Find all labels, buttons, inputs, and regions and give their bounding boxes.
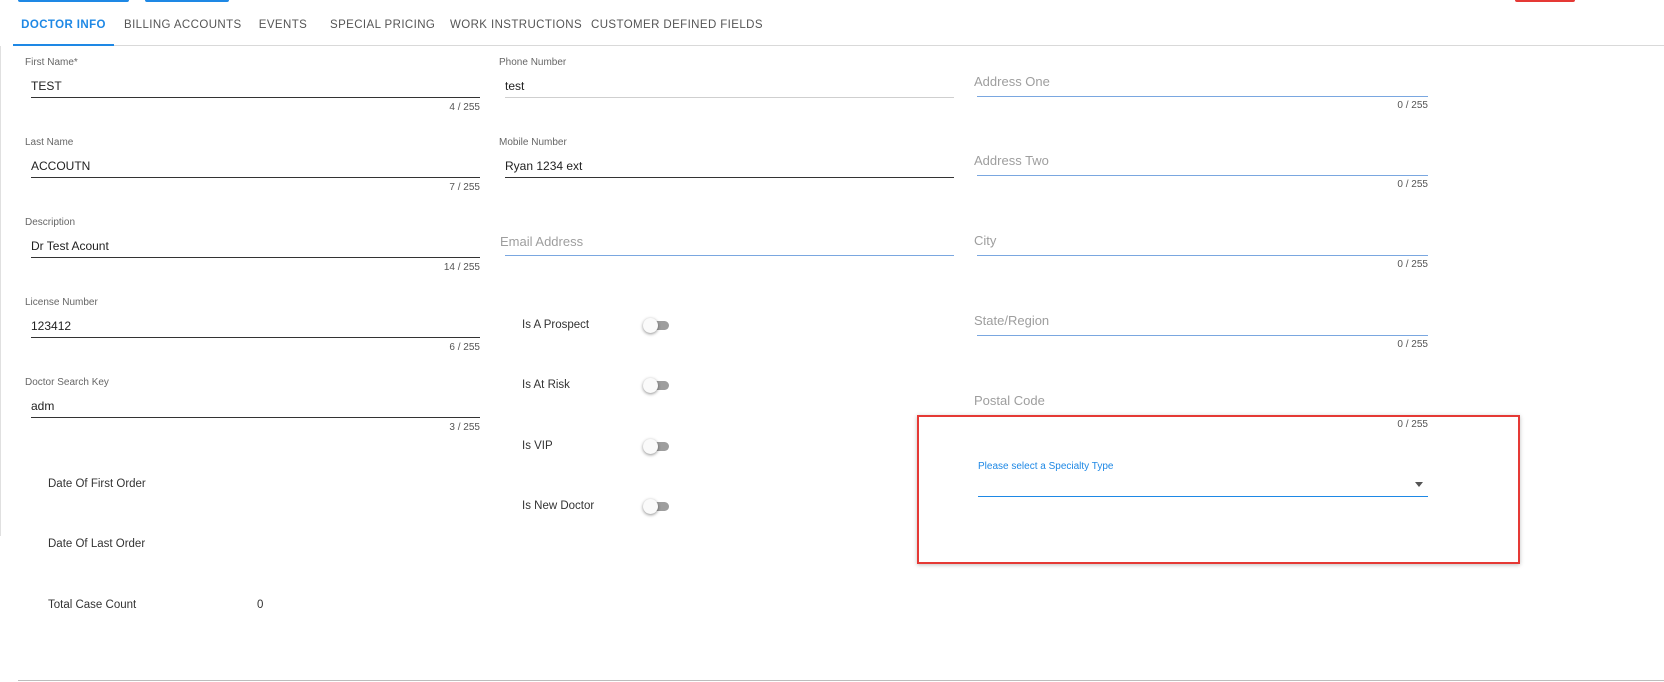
is-vip-switch[interactable]	[643, 439, 669, 454]
phone-number-value: test	[505, 79, 525, 93]
address-two-underline	[977, 175, 1428, 176]
doctor-search-key-field[interactable]: Doctor Search Key adm 3 / 255	[25, 377, 480, 437]
mobile-number-label: Mobile Number	[499, 137, 567, 148]
toggle-row-at-risk: Is At Risk	[522, 378, 672, 395]
is-prospect-label: Is A Prospect	[522, 319, 590, 331]
last-name-underline	[31, 177, 480, 178]
email-address-field[interactable]: Email Address	[499, 215, 954, 260]
state-region-underline	[977, 335, 1428, 336]
date-last-order-label: Date Of Last Order	[48, 538, 146, 550]
tab-work-instructions[interactable]: WORK INSTRUCTIONS	[450, 10, 582, 44]
doctor-search-key-value: adm	[31, 399, 55, 413]
tab-bar: DOCTOR INFO BILLING ACCOUNTS EVENTS SPEC…	[13, 10, 1664, 46]
is-prospect-switch[interactable]	[643, 318, 669, 333]
tab-special-pricing[interactable]: SPECIAL PRICING	[330, 10, 435, 44]
toggle-row-prospect: Is A Prospect	[522, 318, 672, 335]
specialty-type-underline	[978, 496, 1428, 497]
mobile-number-value: Ryan 1234 ext	[505, 159, 583, 173]
state-region-field[interactable]: State/Region 0 / 255	[974, 294, 1428, 354]
top-button-2[interactable]	[145, 0, 229, 2]
license-number-label: License Number	[25, 297, 98, 308]
total-case-count-label: Total Case Count	[48, 599, 137, 611]
description-field[interactable]: Description Dr Test Acount 14 / 255	[25, 217, 480, 277]
first-name-underline	[31, 97, 480, 98]
last-name-counter: 7 / 255	[449, 182, 480, 193]
phone-number-underline	[505, 97, 954, 98]
is-at-risk-label: Is At Risk	[522, 379, 570, 391]
address-one-underline	[977, 96, 1428, 97]
specialty-type-label: Please select a Specialty Type	[978, 461, 1114, 472]
license-number-counter: 6 / 255	[449, 342, 480, 353]
is-new-doctor-switch[interactable]	[643, 499, 669, 514]
date-first-order-label: Date Of First Order	[48, 478, 146, 490]
total-case-count-value: 0	[257, 599, 264, 611]
first-name-value: TEST	[31, 79, 62, 93]
mobile-number-underline	[505, 177, 954, 178]
last-name-field[interactable]: Last Name ACCOUTN 7 / 255	[25, 137, 480, 197]
panel-border-bottom	[18, 680, 1664, 681]
last-name-label: Last Name	[25, 137, 74, 148]
top-button-3[interactable]	[1515, 0, 1575, 2]
phone-number-field[interactable]: Phone Number test	[499, 57, 954, 102]
chevron-down-icon[interactable]	[1415, 482, 1423, 487]
description-underline	[31, 257, 480, 258]
mobile-number-field[interactable]: Mobile Number Ryan 1234 ext	[499, 137, 954, 182]
description-counter: 14 / 255	[443, 262, 480, 273]
last-name-value: ACCOUTN	[31, 159, 91, 173]
is-new-doctor-label: Is New Doctor	[522, 500, 595, 512]
address-two-placeholder: Address Two	[974, 153, 1049, 168]
is-at-risk-switch[interactable]	[643, 378, 669, 393]
toggle-row-vip: Is VIP	[522, 439, 672, 456]
tab-billing-accounts[interactable]: BILLING ACCOUNTS	[124, 10, 241, 44]
specialty-type-select[interactable]: Please select a Specialty Type	[978, 460, 1428, 498]
doctor-search-key-underline	[31, 417, 480, 418]
address-one-field[interactable]: Address One 0 / 255	[974, 55, 1428, 115]
doctor-search-key-counter: 3 / 255	[449, 422, 480, 433]
first-name-field[interactable]: First Name* TEST 4 / 255	[25, 57, 480, 117]
email-address-underline	[505, 255, 954, 256]
city-counter: 0 / 255	[1397, 259, 1428, 270]
first-name-counter: 4 / 255	[449, 102, 480, 113]
state-region-placeholder: State/Region	[974, 313, 1050, 328]
tab-doctor-info[interactable]: DOCTOR INFO	[13, 10, 114, 46]
license-number-underline	[31, 337, 480, 338]
city-placeholder: City	[974, 233, 997, 248]
description-label: Description	[25, 217, 76, 228]
email-address-placeholder: Email Address	[500, 234, 584, 249]
license-number-field[interactable]: License Number 123412 6 / 255	[25, 297, 480, 357]
panel-border-left	[0, 46, 1, 536]
doctor-search-key-label: Doctor Search Key	[25, 377, 109, 388]
toggle-row-new-doctor: Is New Doctor	[522, 499, 672, 516]
city-field[interactable]: City 0 / 255	[974, 214, 1428, 274]
address-two-field[interactable]: Address Two 0 / 255	[974, 134, 1428, 194]
state-region-counter: 0 / 255	[1397, 339, 1428, 350]
top-button-1[interactable]	[18, 0, 129, 2]
description-value: Dr Test Acount	[31, 239, 109, 253]
address-one-placeholder: Address One	[974, 74, 1050, 89]
address-two-counter: 0 / 255	[1397, 179, 1428, 190]
tab-customer-defined-fields[interactable]: CUSTOMER DEFINED FIELDS	[591, 10, 763, 44]
is-vip-label: Is VIP	[522, 440, 553, 452]
license-number-value: 123412	[31, 319, 72, 333]
tab-events[interactable]: EVENTS	[255, 10, 311, 44]
city-underline	[977, 255, 1428, 256]
postal-code-placeholder: Postal Code	[974, 393, 1045, 408]
address-one-counter: 0 / 255	[1397, 100, 1428, 111]
first-name-label: First Name*	[25, 57, 78, 68]
phone-number-label: Phone Number	[499, 57, 567, 68]
